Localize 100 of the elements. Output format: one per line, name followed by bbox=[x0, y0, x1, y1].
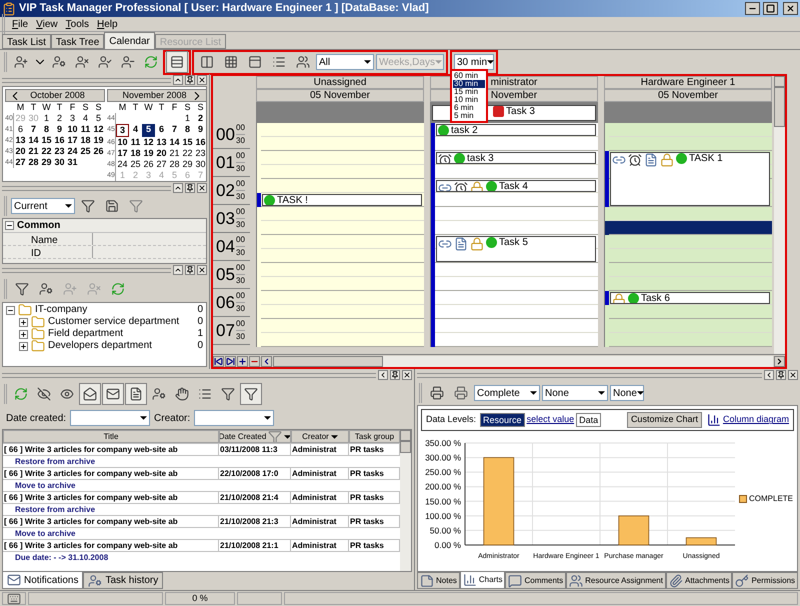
close-button[interactable] bbox=[197, 265, 207, 275]
column-header[interactable]: Title bbox=[3, 430, 219, 443]
time-scale-dropdown[interactable]: 30 min bbox=[454, 54, 494, 70]
resource-dropdown[interactable]: All bbox=[316, 54, 374, 70]
open-mail-button[interactable] bbox=[79, 383, 101, 405]
calendar-day[interactable]: 7 bbox=[27, 124, 40, 135]
tab[interactable]: Resource Assignment bbox=[566, 572, 666, 589]
close-button[interactable] bbox=[197, 75, 207, 85]
collapse-button[interactable] bbox=[173, 75, 183, 85]
tree-item[interactable]: Developers department bbox=[48, 340, 194, 352]
calendar-day[interactable]: 8 bbox=[181, 124, 194, 137]
close-button[interactable] bbox=[788, 370, 798, 380]
calendar-day[interactable]: 20 bbox=[14, 146, 27, 157]
collapse-button[interactable] bbox=[173, 183, 183, 193]
filter-active-button[interactable] bbox=[240, 383, 262, 405]
calendar-day[interactable]: 22 bbox=[181, 148, 194, 159]
calendar-day[interactable]: 6 bbox=[155, 124, 168, 137]
tab[interactable]: Calendar bbox=[104, 32, 155, 49]
calendar-day[interactable]: 13 bbox=[14, 135, 27, 146]
last-button[interactable] bbox=[225, 356, 236, 366]
calendar-day[interactable]: 7 bbox=[168, 124, 181, 137]
calendar-day[interactable]: 27 bbox=[155, 159, 168, 170]
calendar-day[interactable]: 8 bbox=[40, 124, 53, 135]
calendar-day[interactable]: 2 bbox=[53, 113, 66, 124]
calendar-day[interactable]: 17 bbox=[66, 135, 79, 146]
calendar-day[interactable]: 23 bbox=[194, 148, 207, 159]
calendar-event[interactable]: Task 5 bbox=[436, 236, 596, 262]
column-header[interactable]: Task group bbox=[349, 430, 400, 443]
menu-item[interactable]: File bbox=[9, 16, 32, 32]
minimize-button[interactable] bbox=[745, 2, 760, 15]
calendar-day[interactable]: 9 bbox=[194, 124, 207, 137]
remove-button[interactable] bbox=[249, 356, 260, 366]
calendar-day[interactable]: 9 bbox=[53, 124, 66, 135]
calendar-day[interactable]: 24 bbox=[66, 146, 79, 157]
calendar-day[interactable]: 25 bbox=[79, 146, 92, 157]
horizontal-scrollbar[interactable] bbox=[273, 356, 773, 366]
dropdown-option[interactable]: 10 min bbox=[453, 96, 485, 104]
chart-option-dropdown[interactable]: None bbox=[542, 385, 608, 401]
tree-item[interactable]: Field department bbox=[48, 328, 194, 340]
pin-button[interactable] bbox=[185, 265, 195, 275]
customize-chart-button[interactable]: Customize Chart bbox=[626, 412, 702, 428]
pin-button[interactable] bbox=[185, 183, 195, 193]
calendar-day[interactable]: 31 bbox=[66, 157, 79, 168]
expand-icon[interactable] bbox=[19, 318, 28, 326]
tab[interactable]: Task Tree bbox=[50, 34, 104, 49]
vertical-scrollbar[interactable] bbox=[400, 430, 411, 571]
calendar-day[interactable]: 15 bbox=[40, 135, 53, 146]
tab[interactable]: Comments bbox=[505, 572, 566, 589]
calendar-day[interactable]: 30 bbox=[194, 159, 207, 170]
calendar-day[interactable]: 21 bbox=[27, 146, 40, 157]
calendar-day[interactable]: 19 bbox=[92, 135, 105, 146]
first-button[interactable] bbox=[213, 356, 224, 366]
calendar-day[interactable]: 6 bbox=[14, 124, 27, 135]
dropdown-option[interactable]: 5 min bbox=[453, 112, 485, 120]
calendar-day[interactable]: 25 bbox=[129, 159, 142, 170]
document-button[interactable] bbox=[125, 383, 147, 405]
calendar-day[interactable]: 20 bbox=[155, 148, 168, 159]
tab[interactable]: Notes bbox=[417, 572, 460, 589]
calendar-day[interactable]: 16 bbox=[194, 137, 207, 148]
collapse-icon[interactable] bbox=[5, 221, 14, 230]
calendar-event[interactable]: Task 6 bbox=[610, 292, 770, 304]
filter-dropdown[interactable] bbox=[70, 410, 150, 426]
calendar-day[interactable]: 3 bbox=[116, 124, 129, 137]
column-diagram-link[interactable]: Column diagram bbox=[722, 413, 789, 427]
calendar-day[interactable]: 11 bbox=[129, 137, 142, 148]
calendar-day[interactable]: 13 bbox=[155, 137, 168, 148]
close-button[interactable] bbox=[402, 370, 412, 380]
calendar-day[interactable]: 4 bbox=[79, 113, 92, 124]
calendar-day[interactable]: 14 bbox=[27, 135, 40, 146]
calendar-day[interactable]: 29 bbox=[40, 157, 53, 168]
calendar-day[interactable]: 27 bbox=[14, 157, 27, 168]
calendar-day[interactable]: 14 bbox=[168, 137, 181, 148]
tab[interactable]: Task List bbox=[2, 34, 51, 49]
calendar-event[interactable]: TASK 1 bbox=[610, 152, 770, 206]
pin-button[interactable] bbox=[185, 75, 195, 85]
filter-dropdown[interactable]: Current bbox=[11, 198, 75, 214]
calendar-day[interactable]: 29 bbox=[181, 159, 194, 170]
calendar-day[interactable]: 24 bbox=[116, 159, 129, 170]
expand-icon[interactable] bbox=[19, 330, 28, 338]
calendar-day[interactable]: 17 bbox=[116, 148, 129, 159]
calendar-day[interactable]: 10 bbox=[66, 124, 79, 135]
tree-item[interactable]: IT-company bbox=[35, 304, 194, 316]
calendar-event[interactable]: task 3 bbox=[436, 152, 596, 164]
time-slot[interactable] bbox=[609, 221, 772, 235]
calendar-day[interactable]: 4 bbox=[129, 124, 142, 137]
menu-item[interactable]: Tools bbox=[62, 16, 92, 32]
calendar-day[interactable]: 11 bbox=[79, 124, 92, 135]
tree-item[interactable]: Customer service department bbox=[48, 316, 194, 328]
calendar-day[interactable]: 12 bbox=[92, 124, 105, 135]
chart-option-dropdown[interactable]: None bbox=[610, 385, 644, 401]
column-header[interactable]: Creator bbox=[291, 430, 349, 443]
calendar-day[interactable]: 26 bbox=[142, 159, 155, 170]
calendar-day[interactable]: 22 bbox=[40, 146, 53, 157]
dropdown-option[interactable]: 6 min bbox=[453, 104, 485, 112]
pin-button[interactable] bbox=[776, 370, 786, 380]
calendar-day[interactable]: 1 bbox=[40, 113, 53, 124]
tab[interactable]: Notifications bbox=[2, 572, 84, 589]
tab[interactable]: Attachments bbox=[666, 572, 732, 589]
calendar-day[interactable]: 26 bbox=[92, 146, 105, 157]
calendar-day[interactable]: 21 bbox=[168, 148, 181, 159]
